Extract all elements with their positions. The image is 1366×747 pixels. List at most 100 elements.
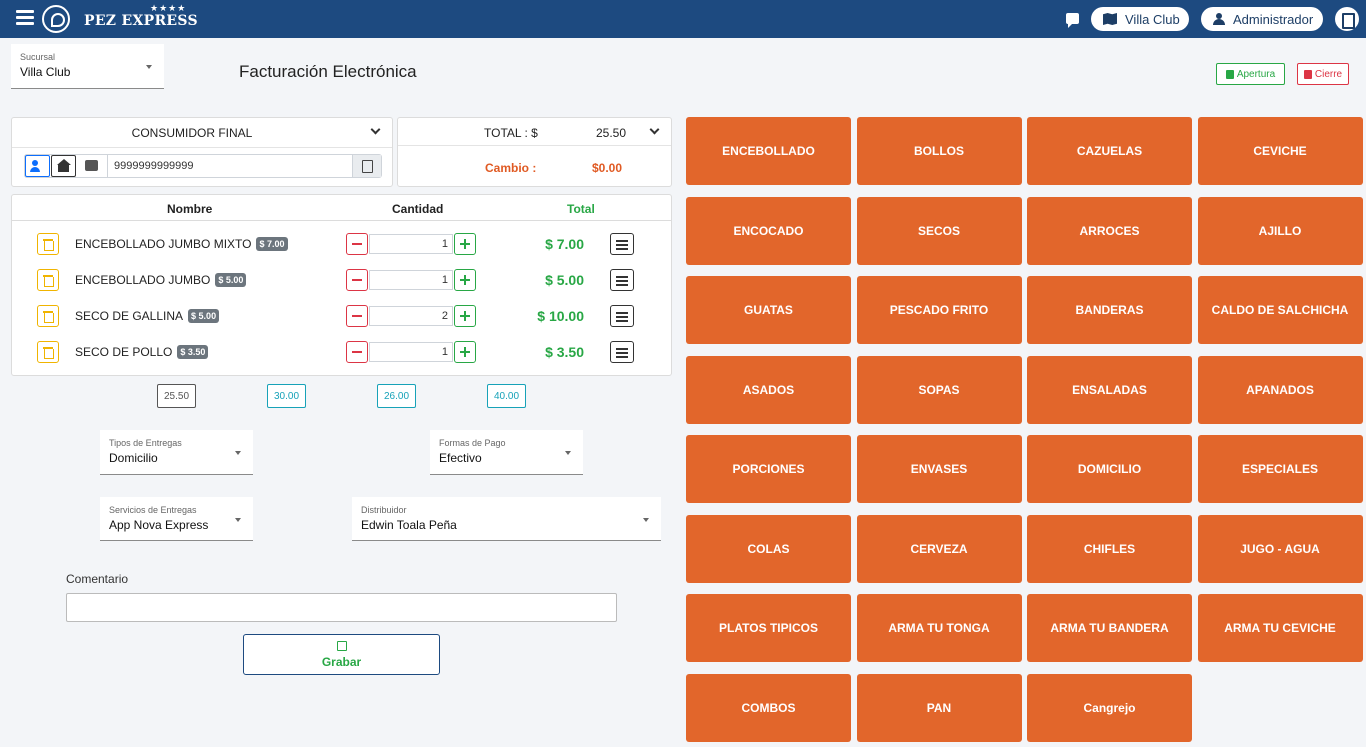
category-tile[interactable]: Cangrejo (1027, 673, 1192, 742)
table-row: ENCEBOLLADO JUMBO MIXTO $ 7.00 $ 7.00 (12, 227, 671, 261)
open-register-button[interactable]: Apertura (1216, 63, 1285, 85)
price-badge: $ 5.00 (215, 273, 247, 287)
category-tile[interactable]: PLATOS TIPICOS (686, 594, 851, 662)
category-tile[interactable]: ENCOCADO (686, 196, 851, 265)
brand-name: PEZ EXPRESS (84, 13, 198, 29)
category-tile[interactable]: JUGO - AGUA (1197, 514, 1363, 583)
delivery-service-select[interactable]: Servicios de Entregas App Nova Express (100, 497, 253, 541)
category-tile[interactable]: SOPAS (856, 355, 1022, 424)
decrease-quantity-button[interactable] (346, 305, 368, 327)
contact-search-icon[interactable] (353, 155, 381, 177)
quick-amount-button[interactable]: 25.50 (157, 384, 196, 408)
distributor-select[interactable]: Distribuidor Edwin Toala Peña (352, 497, 661, 541)
category-tile[interactable]: BANDERAS (1027, 276, 1192, 344)
decrease-quantity-button[interactable] (346, 341, 368, 363)
category-tile[interactable]: ENVASES (856, 435, 1022, 503)
close-register-button[interactable]: Cierre (1297, 63, 1349, 85)
category-tile[interactable]: PESCADO FRITO (856, 276, 1022, 344)
total-value: 25.50 (596, 126, 627, 140)
column-header-name: Nombre (167, 202, 213, 216)
branch-button-label: Villa Club (1125, 11, 1180, 27)
category-tile[interactable]: ENCEBOLLADO (686, 117, 851, 185)
category-tile[interactable]: ESPECIALES (1197, 435, 1363, 503)
quantity-input[interactable] (369, 342, 453, 362)
category-tile[interactable]: CAZUELAS (1027, 117, 1192, 185)
decrease-quantity-button[interactable] (346, 233, 368, 255)
category-tile[interactable]: ARROCES (1027, 196, 1192, 265)
delivery-type-label: Tipos de Entregas (109, 438, 182, 448)
decrease-quantity-button[interactable] (346, 269, 368, 291)
quick-amount-button[interactable]: 30.00 (267, 384, 306, 408)
distributor-value: Edwin Toala Peña (361, 518, 457, 532)
logout-icon[interactable] (1335, 7, 1359, 31)
branch-button[interactable]: Villa Club (1091, 7, 1189, 31)
delivery-type-value: Domicilio (109, 451, 158, 465)
item-name-text: ENCEBOLLADO JUMBO MIXTO (75, 237, 252, 251)
save-button[interactable]: Grabar (243, 634, 440, 675)
category-tile[interactable]: GUATAS (686, 276, 851, 344)
category-tile[interactable]: COLAS (686, 514, 851, 583)
trash-icon[interactable] (37, 341, 59, 363)
customer-id-input[interactable] (107, 155, 353, 177)
document-icon (1303, 69, 1312, 79)
category-tile[interactable]: APANADOS (1197, 355, 1363, 424)
category-tile[interactable]: CALDO DE SALCHICHA (1197, 276, 1363, 344)
calendar-check-icon (337, 641, 347, 651)
branch-select-label: Sucursal (20, 52, 56, 62)
payment-method-select[interactable]: Formas de Pago Efectivo (430, 430, 583, 475)
trash-icon[interactable] (37, 305, 59, 327)
category-tile[interactable]: PAN (856, 673, 1022, 742)
category-tile[interactable]: COMBOS (686, 673, 851, 742)
home-icon[interactable] (51, 155, 76, 177)
category-tile[interactable]: SECOS (856, 196, 1022, 265)
quick-amount-button[interactable]: 26.00 (377, 384, 416, 408)
category-tile[interactable]: ARMA TU CEVICHE (1197, 594, 1363, 662)
list-details-icon[interactable] (610, 269, 634, 291)
delivery-type-select[interactable]: Tipos de Entregas Domicilio (100, 430, 253, 475)
comment-textarea[interactable] (66, 593, 617, 622)
category-tile[interactable]: AJILLO (1197, 196, 1363, 265)
increase-quantity-button[interactable] (454, 269, 476, 291)
chat-icon[interactable] (1066, 13, 1079, 28)
menu-icon[interactable] (16, 10, 34, 26)
category-tile[interactable]: CEVICHE (1197, 117, 1363, 185)
add-user-icon[interactable] (25, 155, 50, 177)
quick-amount-button[interactable]: 40.00 (487, 384, 526, 408)
category-tile[interactable]: ARMA TU TONGA (856, 594, 1022, 662)
user-button[interactable]: Administrador (1201, 7, 1323, 31)
divider (398, 145, 671, 146)
item-name-text: SECO DE GALLINA (75, 309, 184, 323)
quantity-input[interactable] (369, 270, 453, 290)
list-details-icon[interactable] (610, 305, 634, 327)
increase-quantity-button[interactable] (454, 233, 476, 255)
chevron-down-icon[interactable] (370, 124, 381, 135)
list-details-icon[interactable] (610, 233, 634, 255)
page-title: Facturación Electrónica (239, 62, 417, 81)
category-tile[interactable]: PORCIONES (686, 435, 851, 503)
logo-icon (42, 5, 70, 33)
quantity-input[interactable] (369, 234, 453, 254)
change-value: $0.00 (592, 161, 623, 175)
order-items-table: Nombre Cantidad Total ENCEBOLLADO JUMBO … (11, 194, 672, 376)
caret-down-icon (565, 451, 571, 455)
caret-down-icon (235, 451, 241, 455)
category-tile[interactable]: ASADOS (686, 355, 851, 424)
category-tile[interactable]: CHIFLES (1027, 514, 1192, 583)
trash-icon[interactable] (37, 233, 59, 255)
item-name: ENCEBOLLADO JUMBO MIXTO $ 7.00 (75, 237, 288, 251)
category-tile[interactable]: CERVEZA (856, 514, 1022, 583)
increase-quantity-button[interactable] (454, 305, 476, 327)
trash-icon[interactable] (37, 269, 59, 291)
category-tile[interactable]: DOMICILIO (1027, 435, 1192, 503)
caret-down-icon (643, 518, 649, 522)
increase-quantity-button[interactable] (454, 341, 476, 363)
quantity-input[interactable] (369, 306, 453, 326)
list-details-icon[interactable] (610, 341, 634, 363)
category-tile[interactable]: ARMA TU BANDERA (1027, 594, 1192, 662)
branch-select[interactable]: Sucursal Villa Club (11, 44, 164, 89)
item-total: $ 5.00 (545, 272, 584, 288)
category-tile[interactable]: BOLLOS (856, 117, 1022, 185)
category-tile[interactable]: ENSALADAS (1027, 355, 1192, 424)
chevron-down-icon[interactable] (649, 124, 660, 135)
total-label: TOTAL : $ (484, 126, 538, 140)
